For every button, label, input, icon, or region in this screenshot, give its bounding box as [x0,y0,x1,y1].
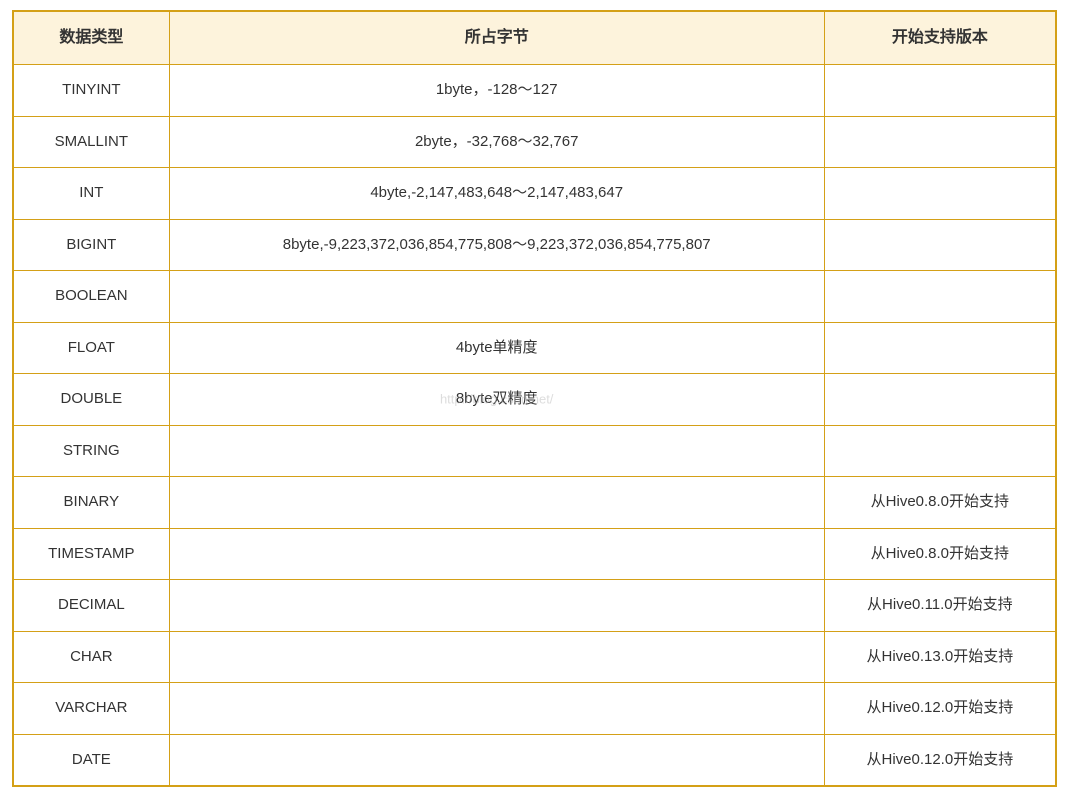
col-header-version: 开始支持版本 [824,11,1056,65]
cell-bytes [169,477,824,529]
cell-bytes: 4byte单精度 [169,322,824,374]
col-header-type: 数据类型 [13,11,169,65]
cell-version: 从Hive0.11.0开始支持 [824,580,1056,632]
col-header-bytes: 所占字节 [169,11,824,65]
watermark: http://blog.csdn.net/ [440,390,553,410]
cell-version: 从Hive0.8.0开始支持 [824,477,1056,529]
cell-type: DOUBLE [13,374,169,426]
table-row: SMALLINT2byte，-32,768～32,767 [13,116,1056,168]
cell-bytes: 8byte,-9,223,372,036,854,775,808～9,223,3… [169,219,824,271]
table-row: BINARY 从Hive0.8.0开始支持 [13,477,1056,529]
table-row: FLOAT4byte单精度 [13,322,1056,374]
cell-version [824,116,1056,168]
cell-version [824,65,1056,117]
table-row: DATE 从Hive0.12.0开始支持 [13,734,1056,786]
cell-version [824,374,1056,426]
cell-version: 从Hive0.12.0开始支持 [824,734,1056,786]
cell-type: BOOLEAN [13,271,169,323]
table-row: CHAR 从Hive0.13.0开始支持 [13,631,1056,683]
cell-type: TINYINT [13,65,169,117]
cell-type: DATE [13,734,169,786]
cell-type: STRING [13,425,169,477]
cell-bytes [169,580,824,632]
cell-type: FLOAT [13,322,169,374]
cell-version [824,168,1056,220]
cell-version [824,322,1056,374]
cell-version: 从Hive0.8.0开始支持 [824,528,1056,580]
cell-bytes [169,271,824,323]
cell-bytes: 4byte,-2,147,483,648～2,147,483,647 [169,168,824,220]
cell-type: BIGINT [13,219,169,271]
cell-bytes: 8byte双精度http://blog.csdn.net/ [169,374,824,426]
table-row: STRING [13,425,1056,477]
table-row: INT4byte,-2,147,483,648～2,147,483,647 [13,168,1056,220]
cell-version [824,219,1056,271]
table-row: TIMESTAMP 从Hive0.8.0开始支持 [13,528,1056,580]
table-header-row: 数据类型 所占字节 开始支持版本 [13,11,1056,65]
cell-version [824,271,1056,323]
cell-type: DECIMAL [13,580,169,632]
cell-type: TIMESTAMP [13,528,169,580]
page-container: 数据类型 所占字节 开始支持版本 TINYINT1byte，-128～127SM… [0,0,1069,810]
cell-bytes [169,528,824,580]
cell-type: INT [13,168,169,220]
table-row: VARCHAR 从Hive0.12.0开始支持 [13,683,1056,735]
cell-version: 从Hive0.12.0开始支持 [824,683,1056,735]
table-row: BOOLEAN [13,271,1056,323]
cell-bytes [169,631,824,683]
cell-bytes: 2byte，-32,768～32,767 [169,116,824,168]
cell-bytes [169,734,824,786]
table-row: DOUBLE8byte双精度http://blog.csdn.net/ [13,374,1056,426]
cell-type: BINARY [13,477,169,529]
cell-version [824,425,1056,477]
cell-type: CHAR [13,631,169,683]
cell-type: VARCHAR [13,683,169,735]
cell-bytes: 1byte，-128～127 [169,65,824,117]
table-row: DECIMAL 从Hive0.11.0开始支持 [13,580,1056,632]
table-row: BIGINT8byte,-9,223,372,036,854,775,808～9… [13,219,1056,271]
cell-bytes [169,683,824,735]
cell-version: 从Hive0.13.0开始支持 [824,631,1056,683]
cell-bytes [169,425,824,477]
data-table: 数据类型 所占字节 开始支持版本 TINYINT1byte，-128～127SM… [12,10,1057,787]
table-row: TINYINT1byte，-128～127 [13,65,1056,117]
cell-type: SMALLINT [13,116,169,168]
